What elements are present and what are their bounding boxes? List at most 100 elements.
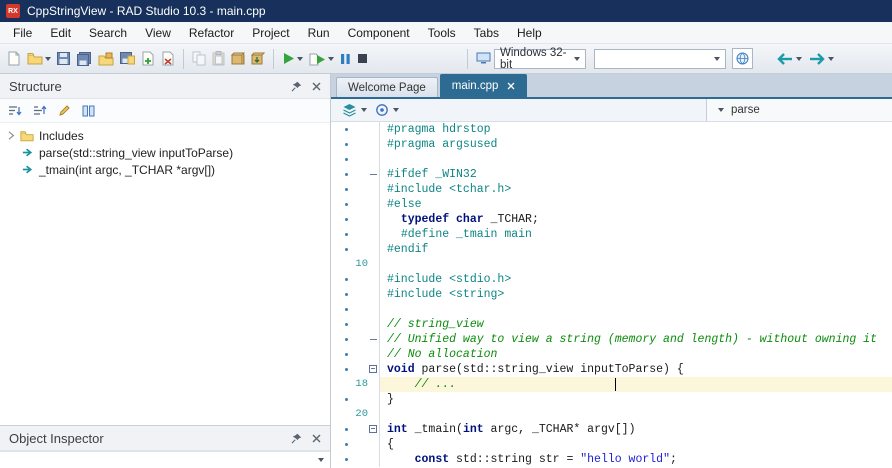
- chevron-down-icon[interactable]: [718, 108, 724, 112]
- close-icon[interactable]: [312, 434, 321, 443]
- code-line-20[interactable]: 20: [331, 407, 892, 422]
- chevron-down-icon[interactable]: [714, 56, 720, 61]
- code-line-2[interactable]: #pragma argsused: [331, 137, 892, 152]
- code-line-4[interactable]: #ifdef _WIN32: [331, 167, 892, 182]
- expand-chevron-icon[interactable]: [7, 131, 15, 140]
- insight-button[interactable]: [732, 48, 753, 69]
- open-project-button[interactable]: [95, 47, 117, 71]
- code-line-19[interactable]: }: [331, 392, 892, 407]
- fold-marker[interactable]: [368, 332, 380, 347]
- code-line-17[interactable]: void parse(std::string_view inputToParse…: [331, 362, 892, 377]
- code-line-5[interactable]: #include <tchar.h>: [331, 182, 892, 197]
- package-button[interactable]: [248, 47, 268, 71]
- gutter-line-number[interactable]: [331, 332, 368, 347]
- code-editor[interactable]: #pragma hdrstop #pragma argsused #ifdef _W…: [331, 122, 892, 468]
- run-without-debugging-button[interactable]: [306, 47, 337, 71]
- gutter-line-number[interactable]: [331, 242, 368, 257]
- gutter-line-number[interactable]: [331, 392, 368, 407]
- gutter-line-number[interactable]: 18: [331, 377, 368, 392]
- save-all-button[interactable]: [73, 47, 95, 71]
- menu-search[interactable]: Search: [80, 23, 136, 43]
- code-line-8[interactable]: #define _tmain main: [331, 227, 892, 242]
- open-file-button[interactable]: [24, 47, 54, 71]
- chevron-down-icon[interactable]: [318, 458, 324, 462]
- pin-icon[interactable]: [291, 433, 302, 444]
- chevron-down-icon[interactable]: [393, 108, 399, 112]
- chevron-down-icon[interactable]: [297, 56, 303, 61]
- stop-button[interactable]: [354, 47, 371, 71]
- tree-item-tmain-int-argc-tchar-argv[interactable]: _tmain(int argc, _TCHAR *argv[]): [0, 161, 330, 178]
- menu-tabs[interactable]: Tabs: [465, 23, 508, 43]
- gutter-line-number[interactable]: [331, 317, 368, 332]
- gutter-line-number[interactable]: [331, 347, 368, 362]
- menu-view[interactable]: View: [136, 23, 180, 43]
- code-line-10[interactable]: 10: [331, 257, 892, 272]
- gutter-line-number[interactable]: [331, 122, 368, 137]
- fold-marker[interactable]: [368, 167, 380, 182]
- pin-icon[interactable]: [291, 81, 302, 92]
- code-line-11[interactable]: #include <stdio.h>: [331, 272, 892, 287]
- tree-item-parse-std-string-view-inputtoparse[interactable]: parse(std::string_view inputToParse): [0, 144, 330, 161]
- chevron-down-icon[interactable]: [796, 56, 802, 61]
- code-line-16[interactable]: // No allocation: [331, 347, 892, 362]
- chevron-down-icon[interactable]: [45, 56, 51, 61]
- code-line-1[interactable]: #pragma hdrstop: [331, 122, 892, 137]
- navigate-back-button[interactable]: [773, 47, 805, 71]
- platform-select[interactable]: Windows 32-bit: [494, 47, 586, 71]
- code-line-3[interactable]: [331, 152, 892, 167]
- menu-run[interactable]: Run: [299, 23, 339, 43]
- save-button[interactable]: [54, 47, 73, 71]
- remove-file-button[interactable]: [158, 47, 178, 71]
- code-line-22[interactable]: {: [331, 437, 892, 452]
- sort-alpha-icon[interactable]: [8, 105, 22, 117]
- code-line-9[interactable]: #endif: [331, 242, 892, 257]
- edit-icon[interactable]: [58, 104, 71, 117]
- menu-tools[interactable]: Tools: [419, 23, 465, 43]
- fold-marker[interactable]: [368, 422, 380, 437]
- close-icon[interactable]: [312, 82, 321, 91]
- code-line-13[interactable]: [331, 302, 892, 317]
- sort-source-icon[interactable]: [33, 105, 47, 117]
- tab-main-cpp[interactable]: main.cpp: [439, 74, 528, 97]
- code-line-15[interactable]: // Unified way to view a string (memory …: [331, 332, 892, 347]
- menu-edit[interactable]: Edit: [41, 23, 80, 43]
- code-line-14[interactable]: // string_view: [331, 317, 892, 332]
- gutter-line-number[interactable]: [331, 272, 368, 287]
- inspector-object-select[interactable]: [0, 451, 330, 468]
- columns-icon[interactable]: [82, 105, 95, 117]
- menu-help[interactable]: Help: [508, 23, 551, 43]
- code-line-6[interactable]: #else: [331, 197, 892, 212]
- code-line-12[interactable]: #include <string>: [331, 287, 892, 302]
- tree-item-includes[interactable]: Includes: [0, 127, 330, 144]
- menu-project[interactable]: Project: [243, 23, 298, 43]
- gutter-line-number[interactable]: [331, 167, 368, 182]
- tab-welcome-page[interactable]: Welcome Page: [336, 77, 438, 97]
- code-line-23[interactable]: const std::string str = "hello world";: [331, 452, 892, 467]
- code-line-18[interactable]: 18 // ...: [331, 377, 892, 392]
- gutter-line-number[interactable]: [331, 302, 368, 317]
- code-line-21[interactable]: int _tmain(int argc, _TCHAR* argv[]): [331, 422, 892, 437]
- gutter-line-number[interactable]: [331, 197, 368, 212]
- gutter-line-number[interactable]: [331, 152, 368, 167]
- copy-button[interactable]: [189, 47, 209, 71]
- paste-button[interactable]: [209, 47, 228, 71]
- install-packages-button[interactable]: [228, 47, 248, 71]
- chevron-down-icon[interactable]: [828, 56, 834, 61]
- gutter-line-number[interactable]: [331, 212, 368, 227]
- pause-button[interactable]: [337, 47, 354, 71]
- gutter-line-number[interactable]: [331, 227, 368, 242]
- run-button[interactable]: [279, 47, 306, 71]
- menu-file[interactable]: File: [4, 23, 41, 43]
- gutter-line-number[interactable]: [331, 437, 368, 452]
- navigate-forward-button[interactable]: [805, 47, 837, 71]
- chevron-down-icon[interactable]: [328, 56, 334, 61]
- add-file-button[interactable]: [138, 47, 158, 71]
- gutter-line-number[interactable]: 20: [331, 407, 368, 422]
- gutter-line-number[interactable]: [331, 137, 368, 152]
- layers-dropdown-button[interactable]: [338, 103, 371, 117]
- gutter-line-number[interactable]: [331, 452, 368, 467]
- chevron-down-icon[interactable]: [361, 108, 367, 112]
- menu-component[interactable]: Component: [339, 23, 419, 43]
- fold-marker[interactable]: [368, 362, 380, 377]
- gutter-line-number[interactable]: [331, 182, 368, 197]
